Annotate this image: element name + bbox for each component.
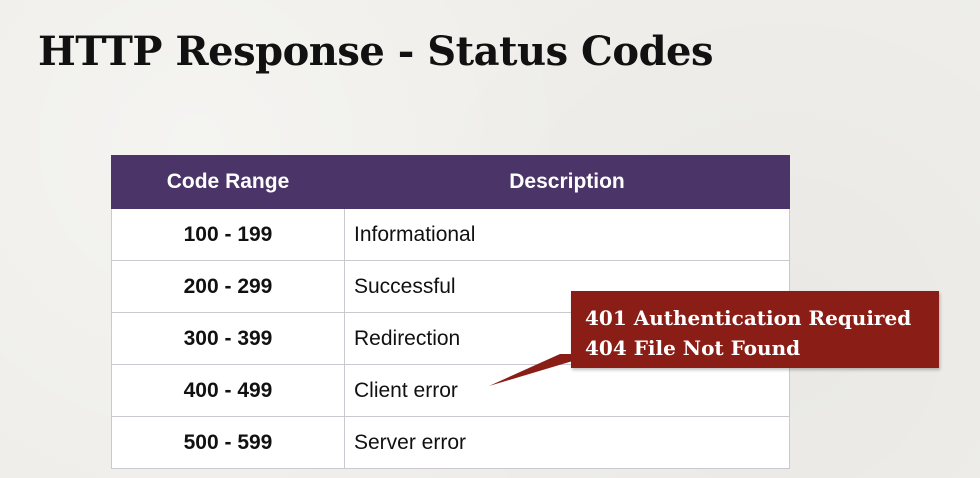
header-description: Description <box>344 155 790 209</box>
code-range-cell: 100 - 199 <box>111 208 345 261</box>
code-range-cell: 300 - 399 <box>111 312 345 365</box>
code-range-cell: 400 - 499 <box>111 364 345 417</box>
code-range-cell: 200 - 299 <box>111 260 345 313</box>
table-header-row: Code Range Description <box>111 155 790 209</box>
callout-line-404: 404 File Not Found <box>585 336 801 360</box>
table-row: 400 - 499 Client error <box>111 364 790 417</box>
slide-title: HTTP Response - Status Codes <box>38 28 714 75</box>
callout-line-401: 401 Authentication Required <box>585 306 912 330</box>
code-range-cell: 500 - 599 <box>111 416 345 469</box>
callout-box: 401 Authentication Required 404 File Not… <box>571 291 939 368</box>
description-cell: Informational <box>344 208 790 261</box>
header-code-range: Code Range <box>111 155 345 209</box>
table-row: 100 - 199 Informational <box>111 208 790 261</box>
table-row: 500 - 599 Server error <box>111 416 790 469</box>
description-cell: Client error <box>344 364 790 417</box>
description-cell: Server error <box>344 416 790 469</box>
